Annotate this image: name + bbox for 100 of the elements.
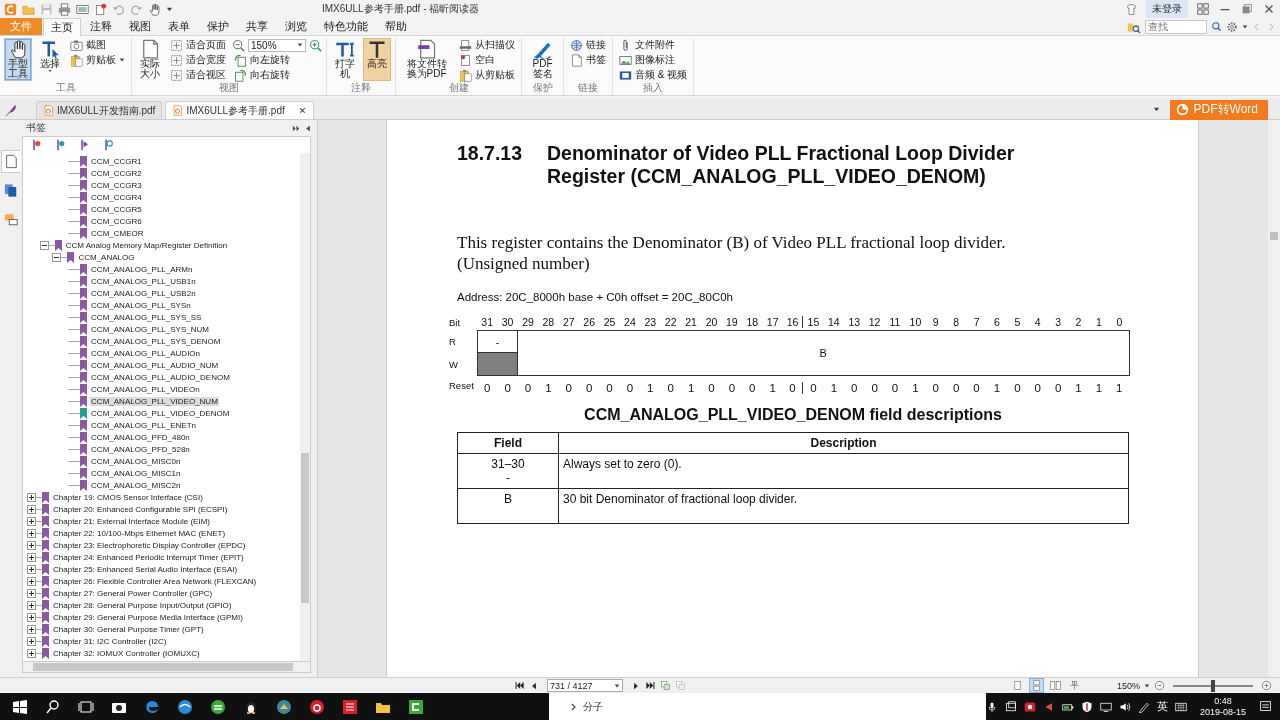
expand-icon[interactable] (27, 564, 36, 574)
bookmark-item[interactable]: CCM_CMEOR (90, 228, 145, 238)
bookmark-item[interactable]: Chapter 23: Electrophoretic Display Controller (EPDC) (52, 540, 247, 550)
caret-icon[interactable] (1152, 106, 1160, 113)
bookmark-item[interactable]: CCM_ANALOG_PLL_USB1n (90, 276, 197, 286)
bookmark-search-icon[interactable] (103, 139, 115, 151)
expand-icon[interactable] (27, 516, 36, 526)
caret-icon[interactable] (1144, 682, 1150, 689)
search-icon[interactable] (45, 698, 61, 715)
shield-icon[interactable] (1080, 700, 1093, 713)
ribbon-button[interactable]: 高亮 (363, 38, 391, 81)
ribbon-button[interactable]: 打字机 (331, 38, 359, 81)
start-icon[interactable] (12, 698, 28, 715)
ribbon-button[interactable]: 书签 (568, 53, 608, 67)
scrollbar-thumb[interactable] (301, 453, 309, 603)
bookmark-item[interactable]: CCM_ANALOG_PLL_SYSn (90, 300, 192, 310)
login-button[interactable]: 未登录 (1146, 0, 1188, 18)
bookmark-item[interactable]: CCM_ANALOG_MISC2n (90, 480, 182, 490)
caret-icon[interactable] (166, 5, 173, 13)
ribbon-button[interactable]: 音频 & 视频 (617, 68, 690, 82)
bookmark-item[interactable]: Chapter 25: Enhanced Serial Audio Interface (ESAI) (52, 564, 239, 574)
chat-icon[interactable] (210, 698, 226, 715)
bookmark-item[interactable]: Chapter 21: External Interface Module (EIM) (52, 516, 211, 526)
bookmark-item[interactable]: Chapter 31: I2C Controller (I2C) (52, 636, 168, 646)
caret-icon[interactable] (1242, 23, 1248, 30)
ribbon-button[interactable]: 剪贴板 (68, 53, 127, 67)
bookmark-item[interactable]: CCM_ANALOG_PLL_ARMn (90, 264, 194, 274)
ribbon-button[interactable]: 手型工具 (4, 38, 32, 81)
bookmark-item[interactable]: CCM_ANALOG_PLL_AUDIOn (90, 348, 202, 358)
bookmark-arrow-icon[interactable] (79, 139, 91, 151)
bookmark-item[interactable]: CCM_ANALOG_PLL_SYS_DENOM (90, 336, 222, 346)
ribbon-tab[interactable]: 浏览 (277, 18, 315, 35)
microphone-icon[interactable] (985, 700, 998, 713)
clock-time[interactable]: 0:48 (1214, 695, 1232, 707)
app-icon[interactable] (342, 698, 358, 715)
ribbon-button[interactable]: 从剪贴板 (457, 68, 517, 82)
ribbon-button[interactable]: 图像标注 (617, 53, 690, 67)
bookmark-item[interactable]: CCM_ANALOG_PLL_AUDIO_NUM (90, 360, 220, 370)
shirt-icon[interactable] (1125, 2, 1138, 16)
expand-icon[interactable] (27, 612, 36, 622)
bookmark-icon[interactable] (55, 139, 67, 151)
bookmark-item[interactable]: CCM_ANALOG_MISC1n (90, 468, 182, 478)
ribbon-button[interactable]: 截图 (68, 38, 127, 52)
collapse-icon[interactable] (305, 123, 311, 133)
ribbon-button[interactable]: PDF签名 (526, 38, 559, 81)
panel-button[interactable] (1, 150, 21, 173)
zoom-in-icon[interactable] (1261, 680, 1272, 692)
bookmark-item[interactable]: CCM_CCGR4 (90, 192, 143, 202)
task-view-icon[interactable] (78, 698, 94, 715)
bookmark-item[interactable]: Chapter 29: General Purpose Media Interface (GPMI) (52, 612, 244, 622)
ribbon-tab[interactable]: 特色功能 (316, 18, 376, 35)
collapse-icon[interactable] (39, 240, 49, 250)
scrollbar-thumb[interactable] (1270, 232, 1278, 240)
expand-icon[interactable] (27, 600, 36, 610)
network-icon[interactable] (1099, 700, 1112, 713)
first-page-icon[interactable] (514, 680, 525, 692)
bookmark-item[interactable]: Chapter 26: Flexible Controller Area Network (FLEXCAN) (52, 576, 258, 586)
ribbon-tab[interactable]: 表单 (160, 18, 198, 35)
bookmark-item[interactable]: Chapter 27: General Power Controller (GPC) (52, 588, 214, 598)
ribbon-button[interactable]: 从扫描仪 (457, 38, 517, 52)
view-mode-button[interactable] (1029, 678, 1044, 694)
expand-icon[interactable] (27, 588, 36, 598)
ribbon-button[interactable]: 向右旋转 (232, 68, 322, 82)
ribbon-button[interactable]: 文件附件 (617, 38, 690, 52)
bookmark-item[interactable]: Chapter 24: Enhanced Periodic Interrupt Timer (EPIT) (52, 552, 245, 562)
expand-icon[interactable] (27, 540, 36, 550)
collapse-icon[interactable] (52, 252, 62, 262)
bird-icon[interactable] (276, 698, 292, 715)
scrollbar-thumb[interactable] (33, 663, 293, 671)
page-number-field[interactable]: 731 / 4127 (547, 679, 623, 693)
bookmark-item[interactable]: CCM_ANALOG_PLL_USB2n (90, 288, 197, 298)
music-icon[interactable] (309, 698, 325, 715)
search-field[interactable]: 查找 (1145, 19, 1207, 34)
bookmark-add-icon[interactable] (31, 139, 43, 151)
app-icon[interactable] (408, 698, 424, 715)
bookmark-item[interactable]: CCM_CCGR2 (90, 168, 143, 178)
chevron-icon[interactable] (569, 701, 577, 712)
ribbon-tab[interactable]: 共享 (238, 18, 276, 35)
restore-icon[interactable] (1240, 2, 1254, 16)
ribbon-button[interactable]: 向左旋转 (232, 53, 322, 67)
bookmark-item[interactable]: CCM_ANALOG_PLL_VIDEO_DENOM (90, 408, 231, 418)
window-icon[interactable] (1004, 700, 1017, 713)
input-language[interactable]: 英 (1156, 699, 1168, 715)
gear-icon[interactable] (1226, 20, 1238, 33)
bookmark-item[interactable]: Chapter 28: General Purpose Input/Output (GPIO) (52, 600, 233, 610)
bookmark-item[interactable]: Chapter 19: CMOS Sensor Interface (CSI) (52, 492, 204, 502)
bookmark-item[interactable]: CCM_CCGR6 (90, 216, 143, 226)
browser-icon[interactable] (144, 698, 160, 715)
bookmark-item[interactable]: CCM_ANALOG_PLL_ENETn (90, 420, 198, 430)
expand-icon[interactable] (27, 504, 36, 514)
ribbon-button[interactable]: 将文件转换为PDF (400, 38, 453, 81)
ribbon-button[interactable]: 实际大小 (136, 38, 164, 81)
monitor-icon[interactable] (76, 2, 89, 16)
ribbon-tab[interactable]: 帮助 (377, 18, 415, 35)
ribbon-button[interactable]: 链接 (568, 38, 608, 52)
ribbon-button[interactable]: 适合页面 (168, 38, 228, 52)
zoom-out-icon[interactable] (232, 38, 245, 52)
bookmark-item[interactable]: CCM_ANALOG_PLL_VIDEO_NUM (90, 396, 219, 406)
app-icon[interactable] (1023, 700, 1036, 713)
expand-icon[interactable] (27, 624, 36, 634)
